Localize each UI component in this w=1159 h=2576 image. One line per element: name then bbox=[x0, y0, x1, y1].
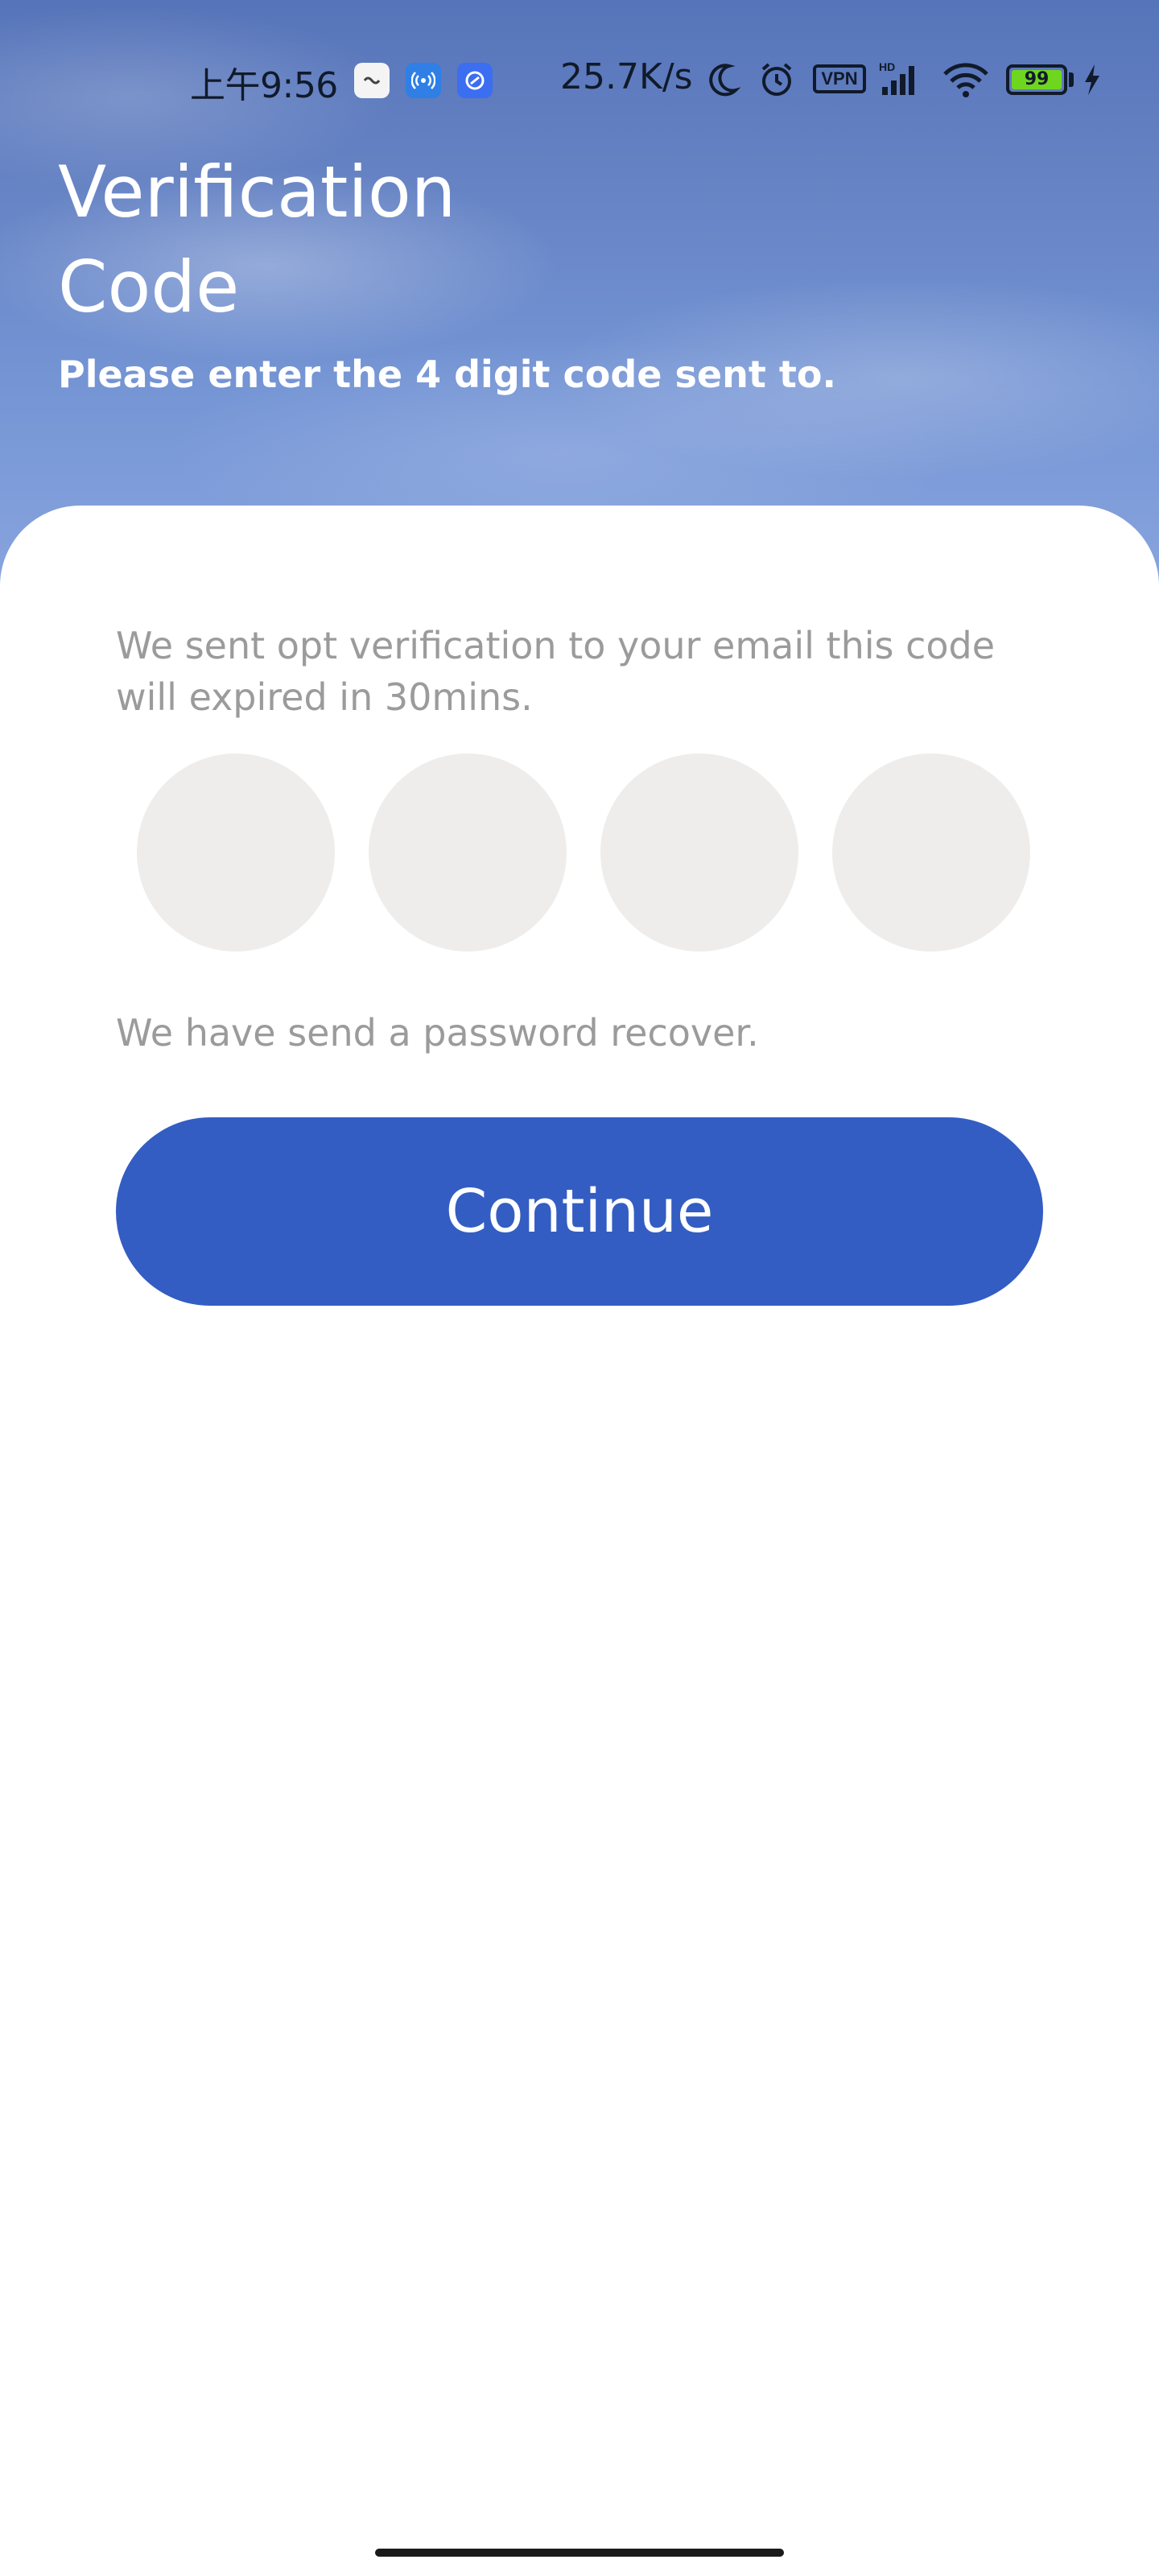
battery-tip bbox=[1069, 72, 1074, 87]
code-digit-2[interactable] bbox=[369, 753, 567, 952]
moon-icon bbox=[709, 64, 740, 97]
hotspot-icon bbox=[406, 63, 441, 98]
network-speed: 25.7K/s bbox=[560, 56, 693, 97]
alarm-icon bbox=[761, 63, 792, 96]
signal-icon: HD bbox=[879, 60, 914, 95]
code-digit-4[interactable] bbox=[832, 753, 1030, 952]
home-indicator[interactable] bbox=[375, 2549, 784, 2557]
status-time: 上午9:56 bbox=[190, 65, 338, 106]
continue-button[interactable]: Continue bbox=[116, 1117, 1043, 1306]
info-text: We sent opt verification to your email t… bbox=[116, 624, 996, 719]
wifi-icon bbox=[943, 63, 988, 97]
svg-text:HD: HD bbox=[879, 60, 895, 73]
message-icon bbox=[354, 63, 390, 98]
battery-icon: 99 bbox=[1006, 64, 1067, 95]
code-digit-1[interactable] bbox=[137, 753, 335, 952]
charging-icon bbox=[1085, 64, 1099, 95]
code-digit-3[interactable] bbox=[600, 753, 798, 952]
status-bar: 上午9:56 25.7K/s VPN HD 99 bbox=[0, 0, 1159, 161]
hint-text: We have send a password recover. bbox=[116, 1011, 759, 1055]
vpn-icon: VPN bbox=[813, 64, 866, 93]
page-title: Verification Code bbox=[58, 151, 456, 328]
code-input-row bbox=[137, 753, 1030, 952]
page-subtitle: Please enter the 4 digit code sent to. bbox=[58, 353, 836, 396]
link-app-icon bbox=[457, 63, 493, 98]
battery-level: 99 bbox=[1012, 70, 1062, 89]
